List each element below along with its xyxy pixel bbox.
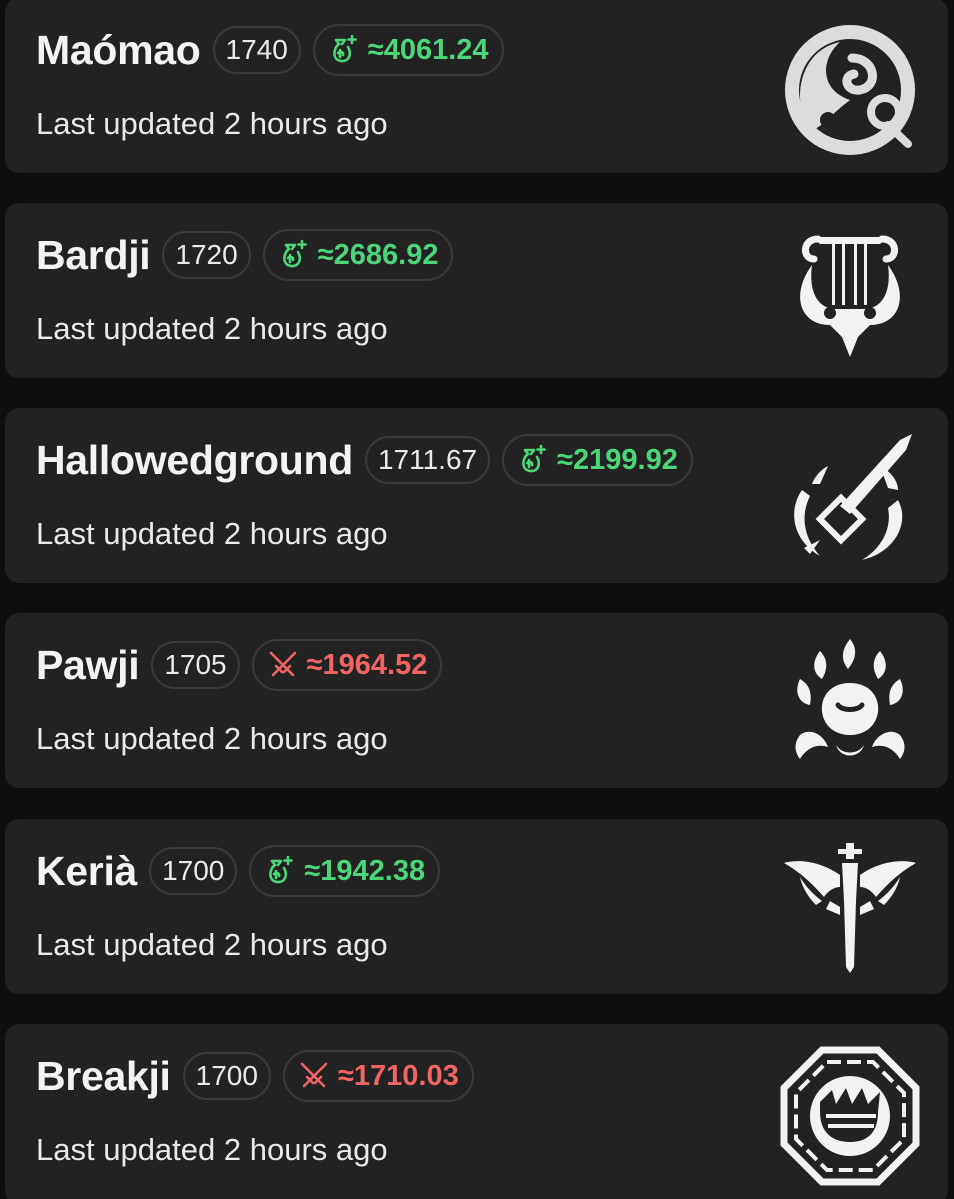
fist-octagon-emblem-icon [780,1046,920,1186]
sword-emblem-icon [780,430,920,570]
rating-badge: 1720 [162,231,251,279]
winged-sword-emblem-icon [780,841,920,981]
last-updated-text: Last updated 2 hours ago [36,721,388,756]
player-header: Bardji 1720 ≈2686.92 [36,229,454,281]
player-card[interactable]: Pawji 1705 ≈1964.52 Last updated 2 hours… [5,613,948,788]
player-name: Kerià [36,847,138,894]
money-bag-icon [522,444,546,473]
last-updated-text: Last updated 2 hours ago [36,311,388,346]
player-card[interactable]: Bardji 1720 ≈2686.92 Last updated 2 hour… [5,203,948,378]
earnings-value: ≈4061.24 [367,33,489,66]
rating-badge: 1700 [149,847,238,895]
last-updated-text: Last updated 2 hours ago [36,516,388,551]
money-bag-icon [282,239,307,268]
earnings-value: ≈1942.38 [304,854,426,887]
earnings-badge: ≈4061.24 [312,24,504,76]
player-name: Maómao [36,26,201,73]
player-header: Pawji 1705 ≈1964.52 [36,639,443,691]
earnings-badge: ≈1964.52 [251,639,443,691]
player-card[interactable]: Breakji 1700 ≈1710.03 Last updated 2 hou… [5,1024,948,1199]
spiral-emblem-icon [780,20,920,160]
rating-badge: 1740 [212,26,301,74]
lyre-emblem-icon [780,225,920,365]
rating-badge: 1700 [182,1052,271,1100]
player-card[interactable]: Kerià 1700 ≈1942.38 Last updated 2 hours… [5,819,948,994]
earnings-badge: ≈2199.92 [502,434,693,486]
player-header: Hallowedground 1711.67 ≈2199.92 [36,434,693,486]
last-updated-text: Last updated 2 hours ago [36,927,388,962]
player-name: Bardji [36,231,151,278]
rating-badge: 1705 [151,641,240,689]
earnings-value: ≈1964.52 [306,648,428,681]
player-header: Maómao 1740 ≈4061.24 [36,24,504,76]
earnings-badge: ≈1942.38 [249,845,441,897]
earnings-badge: ≈2686.92 [262,229,454,281]
player-list: Maómao 1740 ≈4061.24 Last updated 2 hour… [0,0,954,1199]
player-card[interactable]: Maómao 1740 ≈4061.24 Last updated 2 hour… [5,0,948,173]
player-card[interactable]: Hallowedground 1711.67 ≈2199.92 Last upd… [5,408,948,583]
rating-badge: 1711.67 [364,436,491,484]
money-bag-icon [269,855,294,884]
player-header: Breakji 1700 ≈1710.03 [36,1050,474,1102]
crossed-swords-icon [269,651,296,677]
earnings-badge: ≈1710.03 [282,1050,474,1102]
player-name: Breakji [36,1052,171,1099]
earnings-value: ≈1710.03 [337,1059,459,1092]
crossed-swords-icon [300,1062,328,1088]
player-name: Pawji [36,641,140,688]
player-name: Hallowedground [36,436,353,483]
last-updated-text: Last updated 2 hours ago [36,106,388,141]
earnings-value: ≈2199.92 [557,443,678,476]
money-bag-icon [332,34,357,63]
paw-emblem-icon [780,635,920,775]
last-updated-text: Last updated 2 hours ago [36,1132,388,1167]
player-header: Kerià 1700 ≈1942.38 [36,845,441,897]
earnings-value: ≈2686.92 [317,238,439,271]
